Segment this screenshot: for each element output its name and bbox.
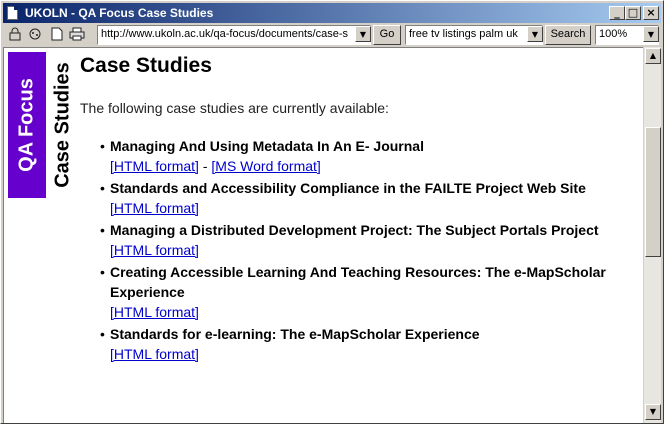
section-heading-vertical: Case Studies (48, 52, 78, 198)
case-links: [HTML format] (110, 344, 638, 364)
toolbar: http://www.ukoln.ac.uk/qa-focus/document… (3, 24, 661, 46)
document-icon[interactable] (49, 27, 65, 43)
case-title: Standards and Accessibility Compliance i… (110, 180, 586, 196)
list-item: Standards and Accessibility Compliance i… (100, 178, 638, 218)
case-links: [HTML format] (110, 240, 638, 260)
lock-icon[interactable] (7, 27, 23, 43)
search-input[interactable]: free tv listings palm uk (405, 25, 543, 45)
html-format-link[interactable]: [HTML format] (110, 242, 199, 258)
case-title: Managing And Using Metadata In An E- Jou… (110, 138, 424, 154)
close-button[interactable]: × (643, 6, 659, 20)
scroll-up-icon[interactable]: ▲ (645, 48, 661, 64)
html-format-link[interactable]: [HTML format] (110, 346, 199, 362)
list-item: Standards for e-learning: The e-MapSchol… (100, 324, 638, 364)
link-separator: - (202, 158, 208, 174)
html-format-link[interactable]: [HTML format] (110, 304, 199, 320)
section-label: Case Studies (51, 62, 74, 188)
list-item: Creating Accessible Learning And Teachin… (100, 262, 638, 322)
case-study-list: Managing And Using Metadata In An E- Jou… (100, 136, 638, 366)
go-button[interactable]: Go (373, 25, 401, 45)
list-item: Managing And Using Metadata In An E- Jou… (100, 136, 638, 176)
search-dropdown-icon[interactable]: ▼ (527, 26, 543, 42)
case-links: [HTML format] - [MS Word format] (110, 156, 638, 176)
printer-icon[interactable] (69, 27, 85, 43)
browser-window: UKOLN - QA Focus Case Studies _ □ × http… (0, 0, 664, 424)
case-links: [HTML format] (110, 302, 638, 322)
title-bar: UKOLN - QA Focus Case Studies _ □ × (3, 3, 661, 23)
window-title: UKOLN - QA Focus Case Studies (25, 6, 214, 20)
case-title: Standards for e-learning: The e-MapSchol… (110, 326, 480, 342)
page-icon (7, 6, 18, 20)
case-links: [HTML format] (110, 198, 638, 218)
maximize-button[interactable]: □ (625, 6, 641, 20)
list-item: Managing a Distributed Development Proje… (100, 220, 638, 260)
scroll-thumb[interactable] (645, 127, 661, 257)
page-content: QA Focus Case Studies Case Studies The f… (3, 47, 643, 423)
zoom-dropdown-icon[interactable]: ▼ (643, 26, 659, 42)
case-title: Managing a Distributed Development Proje… (110, 222, 599, 238)
intro-text: The following case studies are currently… (80, 100, 389, 116)
case-title: Creating Accessible Learning And Teachin… (110, 264, 606, 300)
page-title: Case Studies (80, 54, 212, 77)
html-format-link[interactable]: [HTML format] (110, 158, 199, 174)
address-bar[interactable]: http://www.ukoln.ac.uk/qa-focus/document… (97, 25, 371, 45)
search-button[interactable]: Search (545, 25, 591, 45)
minimize-button[interactable]: _ (609, 6, 625, 20)
cookie-icon[interactable] (27, 27, 43, 43)
html-format-link[interactable]: [HTML format] (110, 200, 199, 216)
address-dropdown-icon[interactable]: ▼ (355, 26, 371, 42)
brand-label: QA Focus (15, 78, 38, 172)
ms-word-format-link[interactable]: [MS Word format] (211, 158, 320, 174)
qa-focus-banner[interactable]: QA Focus (8, 52, 46, 198)
vertical-scrollbar[interactable]: ▲ ▼ (643, 47, 661, 423)
scroll-down-icon[interactable]: ▼ (645, 404, 661, 420)
